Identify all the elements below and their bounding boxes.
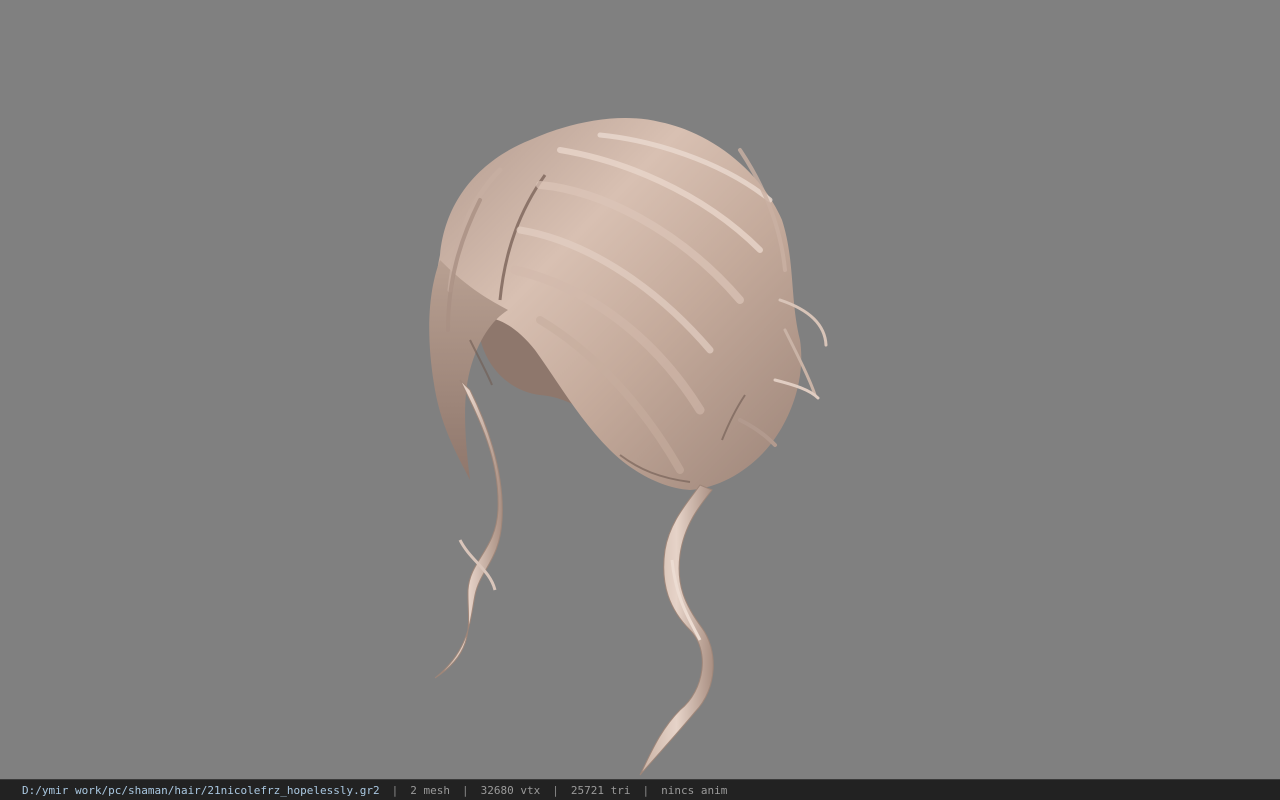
status-separator: | [391, 783, 399, 797]
hair-model-render [429, 118, 828, 776]
status-separator: | [552, 783, 559, 797]
status-separator: | [642, 783, 650, 797]
status-file-path: D:/ymir work/pc/shaman/hair/21nicolefrz_… [22, 783, 380, 797]
status-separator: | [462, 783, 469, 797]
hair-right-long-strand [639, 484, 714, 776]
status-anim: nincs anim [661, 783, 728, 797]
status-mesh-count: 2 mesh [410, 783, 450, 797]
status-bar: D:/ymir work/pc/shaman/hair/21nicolefrz_… [0, 779, 1280, 800]
status-triangle-count: 25721 tri [570, 783, 631, 797]
3d-viewport[interactable] [0, 0, 1280, 779]
status-vertex-count: 32680 vtx [480, 783, 541, 797]
